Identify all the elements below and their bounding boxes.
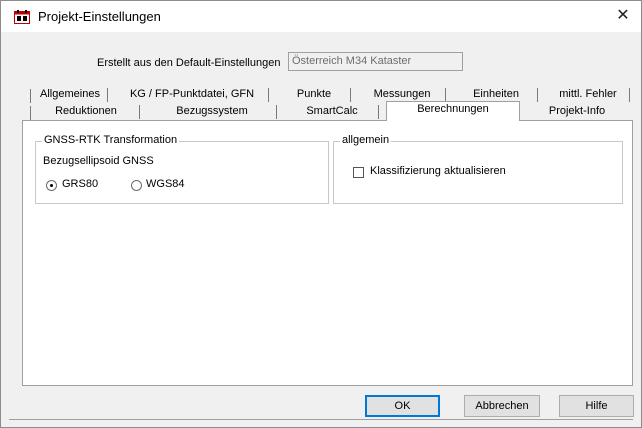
tab-divider bbox=[30, 89, 31, 103]
tab-label: KG / FP-Punktdatei, GFN bbox=[129, 88, 255, 100]
help-button[interactable]: Hilfe bbox=[559, 395, 634, 417]
tab-projekt-info[interactable]: Projekt-Info bbox=[527, 104, 627, 120]
classification-checkbox[interactable] bbox=[353, 167, 364, 178]
radio-selected-dot bbox=[50, 184, 53, 187]
tab-punkte[interactable]: Punkte bbox=[279, 87, 351, 103]
defaults-label: Erstellt aus den Default-Einstellungen bbox=[97, 57, 281, 69]
tab-mittl-fehler[interactable]: mittl. Fehler bbox=[548, 87, 630, 103]
general-group-title: allgemein bbox=[340, 134, 392, 146]
tab-panel: GNSS-RTK Transformation Bezugsellipsoid … bbox=[22, 120, 633, 386]
window-title: Projekt-Einstellungen bbox=[38, 9, 161, 24]
tab-kg-fp-punktdatei[interactable]: KG / FP-Punktdatei, GFN bbox=[117, 87, 269, 103]
tab-label: Reduktionen bbox=[55, 105, 117, 117]
tab-label: Einheiten bbox=[473, 88, 519, 100]
tab-label: mittl. Fehler bbox=[559, 88, 617, 100]
dialog-window: Projekt-Einstellungen ✕ Erstellt aus den… bbox=[0, 0, 642, 428]
title-bar[interactable]: Projekt-Einstellungen ✕ bbox=[1, 1, 641, 32]
ok-button[interactable]: OK bbox=[365, 395, 440, 417]
tab-label: Allgemeines bbox=[40, 88, 100, 100]
radio-grs80[interactable] bbox=[46, 180, 57, 191]
classification-label[interactable]: Klassifizierung aktualisieren bbox=[370, 165, 506, 177]
radio-wgs84-label[interactable]: WGS84 bbox=[146, 178, 185, 190]
general-group: allgemein Klassifizierung aktualisieren bbox=[333, 134, 623, 204]
tab-reduktionen[interactable]: Reduktionen bbox=[34, 104, 140, 120]
app-icon bbox=[14, 10, 30, 24]
tab-bezugssystem[interactable]: Bezugssystem bbox=[149, 104, 277, 120]
defaults-field: Österreich M34 Kataster bbox=[288, 52, 463, 71]
tab-allgemeines[interactable]: Allgemeines bbox=[34, 87, 108, 103]
gnss-group-title: GNSS-RTK Transformation bbox=[42, 134, 180, 146]
cancel-button[interactable]: Abbrechen bbox=[464, 395, 540, 417]
bottom-divider bbox=[9, 419, 633, 420]
gnss-group: GNSS-RTK Transformation Bezugsellipsoid … bbox=[35, 134, 329, 204]
close-icon[interactable]: ✕ bbox=[611, 5, 635, 27]
tab-label: Punkte bbox=[296, 88, 332, 100]
radio-grs80-label[interactable]: GRS80 bbox=[62, 178, 98, 190]
tab-label: Berechnungen bbox=[417, 103, 489, 115]
ellipsoid-label: Bezugsellipsoid GNSS bbox=[43, 155, 154, 167]
radio-wgs84[interactable] bbox=[131, 180, 142, 191]
tab-smartcalc[interactable]: SmartCalc bbox=[287, 104, 379, 120]
tab-label: Bezugssystem bbox=[176, 105, 248, 117]
tab-label: Messungen bbox=[373, 88, 431, 100]
tab-divider bbox=[30, 106, 31, 120]
tab-berechnungen[interactable]: Berechnungen bbox=[386, 101, 520, 121]
tab-label: Projekt-Info bbox=[548, 105, 606, 117]
tab-label: SmartCalc bbox=[306, 105, 358, 117]
